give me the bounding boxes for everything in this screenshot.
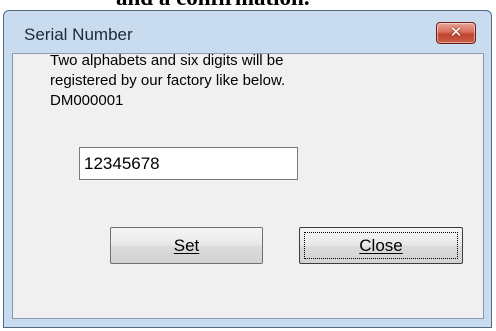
message-line-3: DM000001: [50, 92, 124, 109]
serial-number-input[interactable]: [79, 147, 298, 180]
close-button-label: Close: [359, 235, 403, 255]
dialog-title: Serial Number: [24, 25, 133, 44]
message-line-1: Two alphabets and six digits will be: [50, 52, 284, 69]
instruction-message: Two alphabets and six digits will be reg…: [50, 51, 285, 111]
titlebar-close-button[interactable]: ✕: [436, 22, 476, 44]
close-icon: ✕: [449, 24, 463, 41]
message-line-2: registered by our factory like below.: [50, 72, 286, 89]
close-button[interactable]: Close: [299, 227, 463, 264]
set-button-label: Set: [173, 235, 200, 255]
set-button[interactable]: Set: [110, 227, 263, 264]
